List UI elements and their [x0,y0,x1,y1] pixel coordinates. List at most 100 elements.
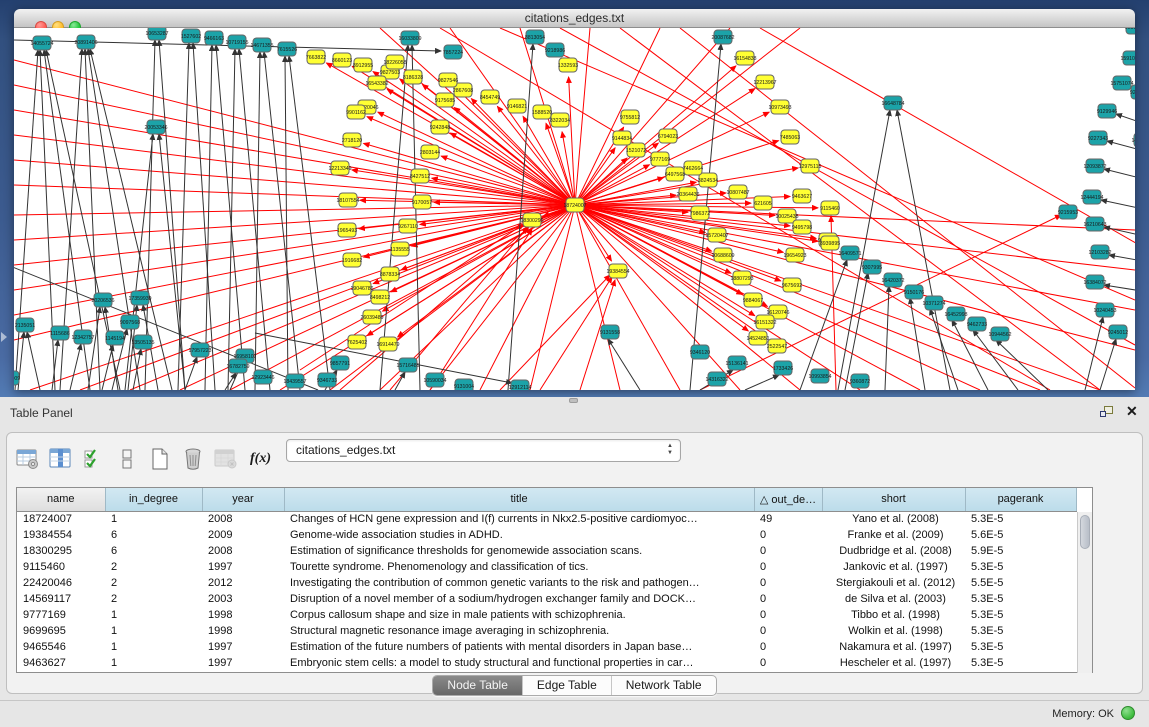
column-header-pagerank[interactable]: pagerank [965,488,1076,511]
graph-node[interactable]: 1115686 [50,326,70,340]
graph-node[interactable]: 9857791 [330,356,350,370]
graph-node[interactable]: 14671355 [250,38,273,52]
graph-node[interactable]: 10240453 [1093,303,1116,317]
row-check-icon[interactable] [81,446,107,472]
trash-icon[interactable] [180,446,206,472]
graph-node[interactable]: 12103282 [1088,245,1111,259]
graph-node[interactable]: 16648784 [881,96,904,110]
graph-node[interactable]: 7485063 [780,130,800,144]
graph-node[interactable]: 9307995 [862,260,882,274]
graph-node[interactable]: 6794023 [658,129,678,143]
table-row[interactable]: 1830029562008Estimation of significance … [17,543,1076,559]
graph-node[interactable]: 16210643 [1083,217,1106,231]
tab-edge-table[interactable]: Edge Table [523,676,612,695]
graph-node[interactable]: 15136141 [725,356,748,370]
graph-node[interactable]: 13505135 [131,335,154,349]
graph-node[interactable]: 8912955 [353,58,373,72]
close-panel-icon[interactable]: ✕ [1126,403,1138,420]
graph-node[interactable]: 14342187 [1131,133,1135,147]
graph-node[interactable]: 8498212 [370,290,390,304]
graph-node[interactable]: 9227343 [1088,131,1108,145]
graph-node[interactable]: 9346733 [317,373,337,387]
graph-node[interactable]: 12093872 [1083,159,1106,173]
graph-node[interactable]: 9131004 [454,379,474,390]
column-header-year[interactable]: year [202,488,284,511]
graph-node[interactable]: 18300295 [520,213,543,227]
graph-node[interactable]: 7625402 [347,335,367,349]
graph-node[interactable]: 19654923 [783,248,806,262]
graph-node[interactable]: 12923446 [251,370,274,384]
graph-node[interactable]: 10719155 [225,35,248,49]
graph-node[interactable]: 12444194 [1080,190,1103,204]
graph-node[interactable]: 16151322 [753,315,776,329]
graph-node[interactable]: 9215953 [1058,205,1078,219]
graph-node[interactable]: 20087682 [711,30,734,44]
graph-node[interactable]: 10807487 [726,185,749,199]
graph-node[interactable]: 8939895 [820,236,840,250]
graph-node[interactable]: 9267110 [398,219,418,233]
graph-node[interactable]: 10653287 [145,28,168,40]
table-settings-icon[interactable] [15,446,41,472]
split-pane-handle[interactable] [569,398,578,403]
graph-node[interactable]: 9170057 [412,195,432,209]
column-select-icon[interactable] [48,446,74,472]
graph-node[interactable]: 2718120 [342,133,362,147]
graph-node[interactable]: 8813054 [525,30,545,44]
graph-node[interactable]: 9466163 [204,31,224,45]
graph-node[interactable]: 20053346 [144,120,167,134]
graph-node[interactable]: 9463627 [792,189,812,203]
graph-node[interactable]: 20364436 [676,187,699,201]
graph-node[interactable]: 3824534 [698,173,718,187]
float-panel-icon[interactable] [1100,406,1114,419]
graph-node[interactable]: 9144834 [612,131,632,145]
graph-node[interactable]: 15720407 [705,228,728,242]
graph-node[interactable]: 15910358 [1120,51,1135,65]
graph-node[interactable]: 12213967 [753,75,776,89]
graph-node[interactable]: 14316322 [705,372,728,386]
graph-node[interactable]: 9146821 [507,99,527,113]
graph-node[interactable]: 12975115 [799,159,822,173]
graph-node[interactable]: 2135051 [15,318,35,332]
new-document-icon[interactable] [147,446,173,472]
graph-node[interactable]: 9360872 [850,374,870,388]
graph-node[interactable]: 9827546 [438,73,458,87]
graph-node[interactable]: 18107554 [336,193,359,207]
graph-node[interactable]: 9175685 [435,93,455,107]
network-window-titlebar[interactable]: citations_edges.txt [14,9,1135,28]
graph-node[interactable]: 1527602 [181,29,201,43]
column-header-short[interactable]: short [822,488,965,511]
table-row[interactable]: 1872400712008Changes of HCN gene express… [17,511,1076,527]
graph-node[interactable]: 9097568 [120,315,140,329]
graph-node[interactable]: 2033009 [14,371,20,385]
graph-node[interactable]: 10993854 [808,369,831,383]
graph-node[interactable]: 17957223 [188,343,211,357]
graph-node[interactable]: 16154838 [733,51,756,65]
citation-network-graph[interactable]: 1872400716154838122139671097349374850631… [14,28,1135,390]
graph-node[interactable]: 8322034 [550,113,570,127]
table-row[interactable]: 1456911722003Disruption of a novel membe… [17,591,1076,607]
graph-node[interactable]: 16409571 [838,246,861,260]
graph-node[interactable]: 26039489 [360,310,383,324]
table-row[interactable]: 977716911998Corpus callosum shape and si… [17,607,1076,623]
graph-node[interactable]: 9150176 [904,285,924,299]
graph-node[interactable]: 7857224 [443,45,463,59]
graph-node[interactable]: 7663822 [306,50,326,64]
network-select[interactable]: citations_edges.txt ▲▼ [286,439,681,462]
graph-node[interactable]: 20891406 [74,35,97,49]
graph-node[interactable]: 9273410 [1130,85,1135,99]
function-icon[interactable]: f(x) [250,451,271,467]
graph-node[interactable]: 9593214 [1125,28,1135,34]
graph-node[interactable]: 9346120 [690,345,710,359]
graph-node[interactable]: 621605 [754,196,772,210]
graph-node[interactable]: 7462664 [683,161,703,175]
graph-node[interactable]: 7986372 [690,206,710,220]
graph-node[interactable]: 9462733 [967,317,987,331]
network-canvas[interactable]: 1872400716154838122139671097349374850631… [14,28,1135,390]
column-header-name[interactable]: name [17,488,105,511]
graph-node[interactable]: 1135555 [390,242,410,256]
table-row[interactable]: 1938455462009Genome-wide association stu… [17,527,1076,543]
graph-node[interactable]: 2522547 [767,339,787,353]
graph-node[interactable]: 18226058 [383,55,406,69]
graph-node[interactable]: 9115460 [820,201,840,215]
graph-node[interactable]: 9777169 [650,152,670,166]
